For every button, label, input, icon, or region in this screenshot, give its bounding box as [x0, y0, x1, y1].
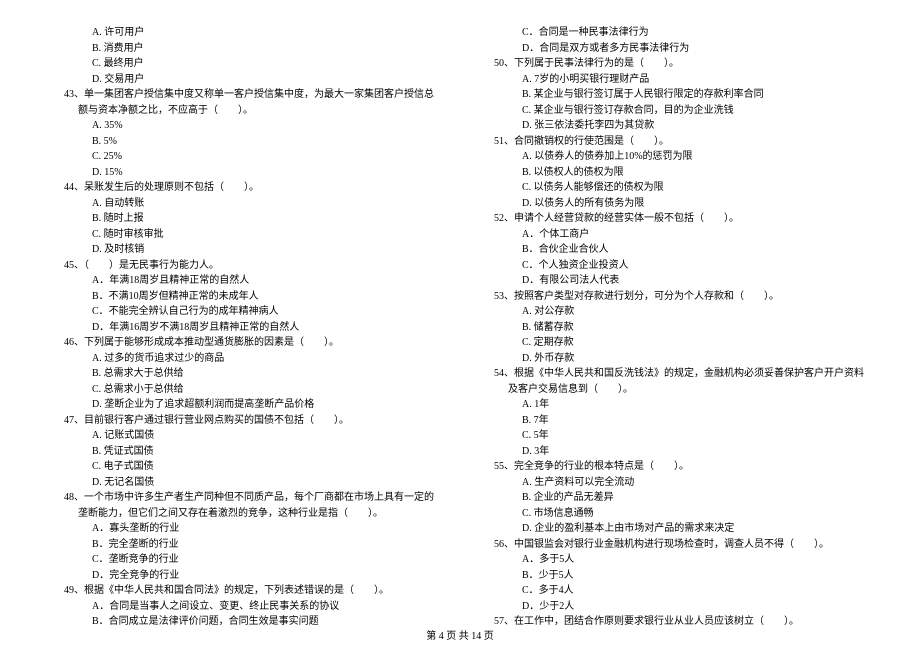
- option: A．年满18周岁且精神正常的自然人: [50, 273, 440, 289]
- option: C. 最终用户: [50, 56, 440, 72]
- option: D. 企业的盈利基本上由市场对产品的需求来决定: [480, 521, 870, 537]
- option: A．寡头垄断的行业: [50, 521, 440, 537]
- option: B. 凭证式国债: [50, 444, 440, 460]
- question-44: 44、呆账发生后的处理原则不包括（ ）。: [64, 180, 440, 196]
- question-50: 50、下列属于民事法律行为的是（ ）。: [494, 56, 870, 72]
- option: D. 以债务人的所有债务为限: [480, 196, 870, 212]
- page-footer: 第 4 页 共 14 页: [0, 627, 920, 642]
- option: A．合同是当事人之间设立、变更、终止民事关系的协议: [50, 599, 440, 615]
- option: B. 7年: [480, 413, 870, 429]
- option: A. 生产资料可以完全流动: [480, 475, 870, 491]
- question-51: 51、合同撤销权的行使范围是（ ）。: [494, 134, 870, 150]
- option: D. 及时核销: [50, 242, 440, 258]
- option: C．垄断竞争的行业: [50, 552, 440, 568]
- option: D. 15%: [50, 165, 440, 181]
- option: B．少于5人: [480, 568, 870, 584]
- option: C．多于4人: [480, 583, 870, 599]
- option: C. 以债务人能够偿还的债权为限: [480, 180, 870, 196]
- option: A. 过多的货币追求过少的商品: [50, 351, 440, 367]
- option: C．个人独资企业投资人: [480, 258, 870, 274]
- question-48: 48、一个市场中许多生产者生产同种但不同质产品，每个厂商都在市场上具有一定的垄断…: [64, 490, 440, 521]
- option: D．少于2人: [480, 599, 870, 615]
- option: D. 3年: [480, 444, 870, 460]
- option: B. 5%: [50, 134, 440, 150]
- option: D. 垄断企业为了追求超额利润而提高垄断产品价格: [50, 397, 440, 413]
- option: B. 企业的产品无差异: [480, 490, 870, 506]
- option: A. 7岁的小明买银行理财产品: [480, 72, 870, 88]
- option: D．完全竞争的行业: [50, 568, 440, 584]
- option: B. 以债权人的债权为限: [480, 165, 870, 181]
- option: A．个体工商户: [480, 227, 870, 243]
- option: B. 某企业与银行签订属于人民银行限定的存款利率合同: [480, 87, 870, 103]
- question-54: 54、根据《中华人民共和国反洗钱法》的规定，金融机构必须妥善保护客户开户资料及客…: [494, 366, 870, 397]
- option: A. 对公存款: [480, 304, 870, 320]
- content-columns: A. 许可用户 B. 消费用户 C. 最终用户 D. 交易用户 43、单一集团客…: [50, 25, 870, 620]
- option: D. 交易用户: [50, 72, 440, 88]
- question-56: 56、中国银监会对银行业金融机构进行现场检查时，调查人员不得（ ）。: [494, 537, 870, 553]
- option: D. 外币存款: [480, 351, 870, 367]
- option: D. 张三依法委托李四为其贷款: [480, 118, 870, 134]
- option: C. 总需求小于总供给: [50, 382, 440, 398]
- option: A. 35%: [50, 118, 440, 134]
- question-46: 46、下列属于能够形成成本推动型通货膨胀的因素是（ ）。: [64, 335, 440, 351]
- question-55: 55、完全竞争的行业的根本特点是（ ）。: [494, 459, 870, 475]
- option: C. 随时审核审批: [50, 227, 440, 243]
- option: B. 储蓄存款: [480, 320, 870, 336]
- option: A. 1年: [480, 397, 870, 413]
- option: A．多于5人: [480, 552, 870, 568]
- option: D．有限公司法人代表: [480, 273, 870, 289]
- option: B．合伙企业合伙人: [480, 242, 870, 258]
- option: D. 无记名国债: [50, 475, 440, 491]
- option: C. 5年: [480, 428, 870, 444]
- option: B．完全垄断的行业: [50, 537, 440, 553]
- question-47: 47、目前银行客户通过银行营业网点购买的国债不包括（ ）。: [64, 413, 440, 429]
- question-49: 49、根据《中华人民共和国合同法》的规定，下列表述错误的是（ ）。: [64, 583, 440, 599]
- option: C. 电子式国债: [50, 459, 440, 475]
- option: C. 25%: [50, 149, 440, 165]
- option: A. 以债券人的债券加上10%的惩罚为限: [480, 149, 870, 165]
- option: C．合同是一种民事法律行为: [480, 25, 870, 41]
- right-column: C．合同是一种民事法律行为 D．合同是双方或者多方民事法律行为 50、下列属于民…: [480, 25, 870, 620]
- question-45: 45、（ ）是无民事行为能力人。: [64, 258, 440, 274]
- option: B. 消费用户: [50, 41, 440, 57]
- question-43: 43、单一集团客户授信集中度又称单一客户授信集中度，为最大一家集团客户授信总额与…: [64, 87, 440, 118]
- question-53: 53、按照客户类型对存款进行划分，可分为个人存款和（ ）。: [494, 289, 870, 305]
- option: B. 总需求大于总供给: [50, 366, 440, 382]
- option: A. 许可用户: [50, 25, 440, 41]
- option: C. 定期存款: [480, 335, 870, 351]
- option: D．合同是双方或者多方民事法律行为: [480, 41, 870, 57]
- option: B．不满10周岁但精神正常的未成年人: [50, 289, 440, 305]
- option: A. 自动转账: [50, 196, 440, 212]
- option: D．年满16周岁不满18周岁且精神正常的自然人: [50, 320, 440, 336]
- left-column: A. 许可用户 B. 消费用户 C. 最终用户 D. 交易用户 43、单一集团客…: [50, 25, 440, 620]
- option: C. 某企业与银行签订存款合同，目的为企业洗钱: [480, 103, 870, 119]
- question-52: 52、申请个人经营贷款的经营实体一般不包括（ ）。: [494, 211, 870, 227]
- option: A. 记账式国债: [50, 428, 440, 444]
- option: C．不能完全辨认自己行为的成年精神病人: [50, 304, 440, 320]
- option: B. 随时上报: [50, 211, 440, 227]
- option: C. 市场信息通畅: [480, 506, 870, 522]
